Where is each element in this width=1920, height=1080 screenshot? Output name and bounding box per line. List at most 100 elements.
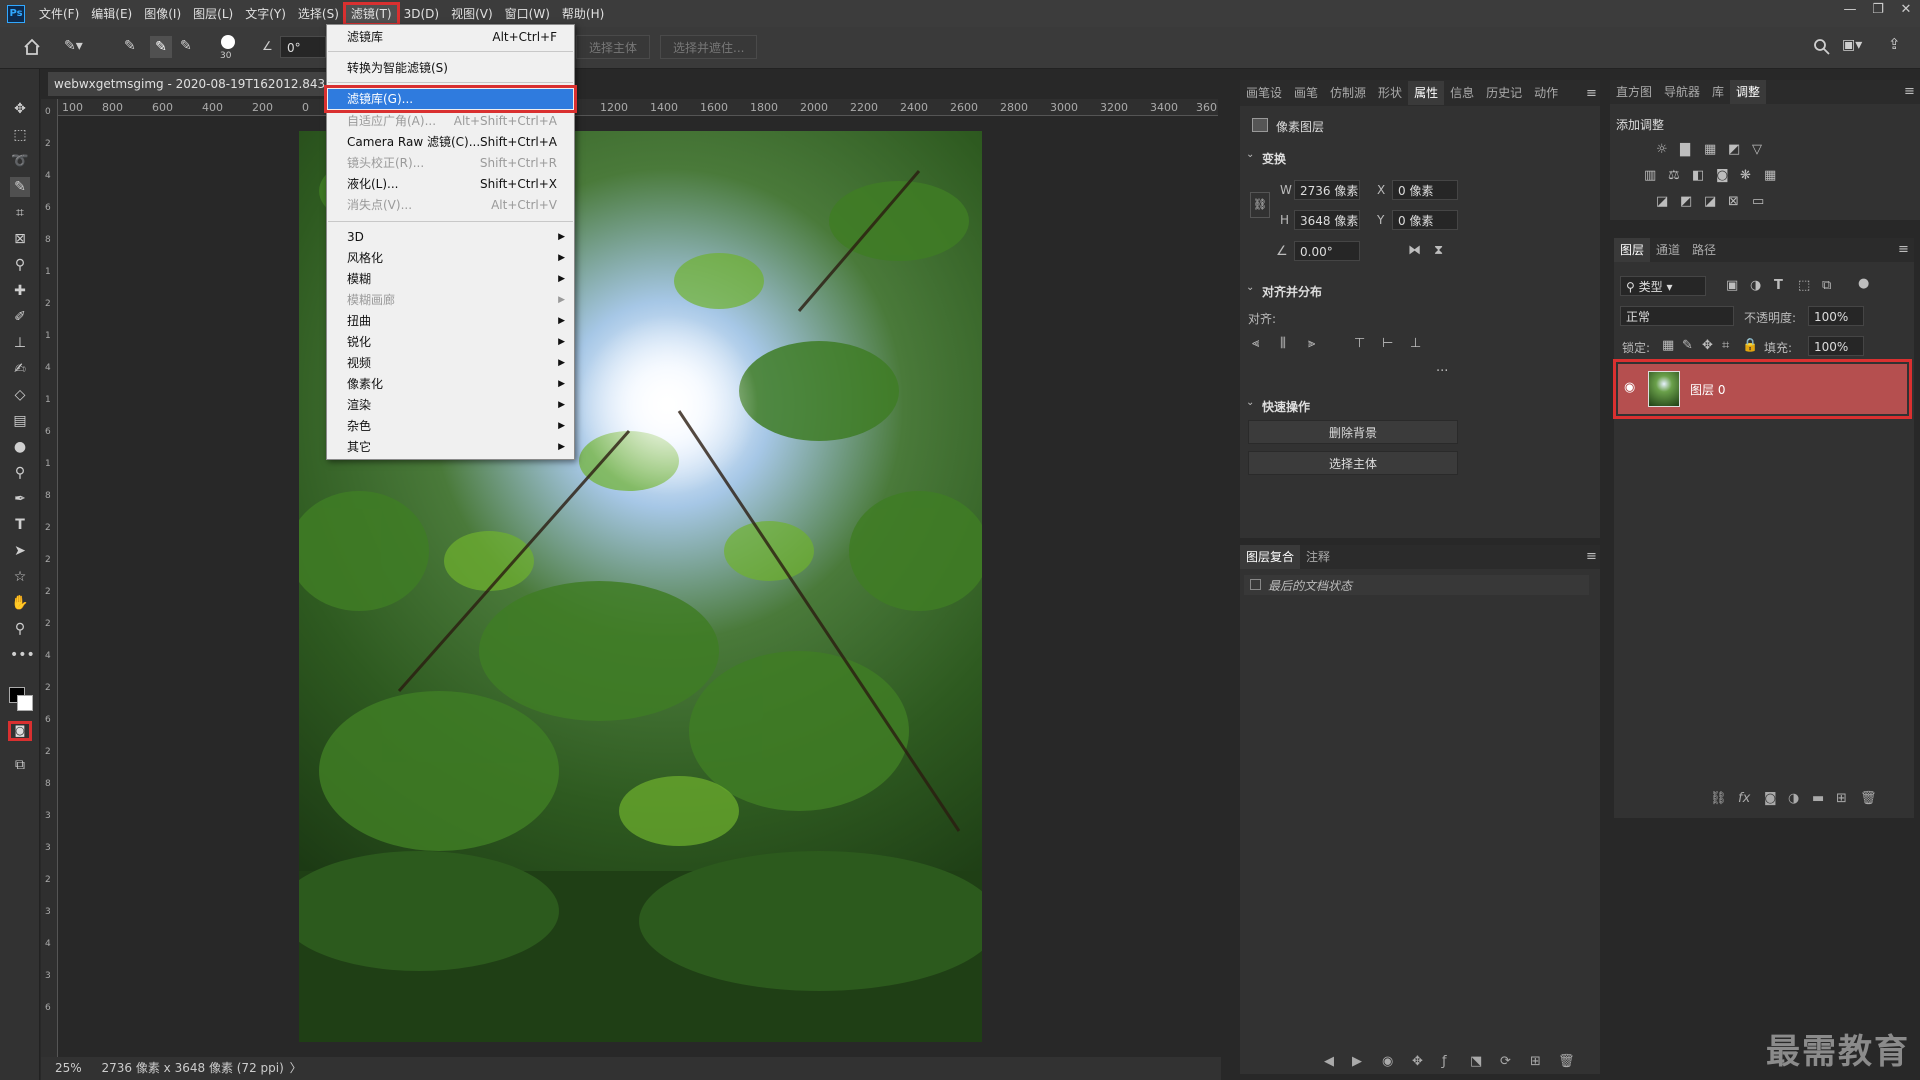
history-brush-tool-icon[interactable]: ✍: [10, 359, 30, 379]
menu-item-pixelate[interactable]: 像素化 ▶: [328, 374, 573, 394]
new-layer-icon[interactable]: ⊞: [1836, 791, 1847, 806]
pen-tool-icon[interactable]: ✒: [10, 489, 30, 509]
share-icon[interactable]: ⇪: [1888, 35, 1901, 53]
visibility-eye-icon[interactable]: ◉: [1624, 380, 1635, 395]
layer-name[interactable]: 图层 0: [1690, 381, 1725, 398]
angle-field[interactable]: 0°: [280, 36, 326, 58]
subtract-selection-icon[interactable]: ✎: [180, 38, 192, 54]
menu-item-noise[interactable]: 杂色 ▶: [328, 416, 573, 436]
menu-item-sharpen[interactable]: 锐化 ▶: [328, 332, 573, 352]
brush-tool-icon[interactable]: ✐: [10, 307, 30, 327]
comp-state-row[interactable]: 最后的文档状态: [1244, 575, 1589, 595]
fill-field[interactable]: 100%: [1808, 336, 1864, 356]
delete-layer-icon[interactable]: 🗑: [1860, 791, 1877, 806]
apply-selection-icon[interactable]: ⬔: [1470, 1054, 1482, 1069]
background-color-swatch[interactable]: [17, 695, 33, 711]
vibrance-icon[interactable]: ▽: [1752, 142, 1762, 157]
menu-type[interactable]: 文字(Y): [239, 4, 292, 24]
panel-menu-icon[interactable]: ≡: [1586, 549, 1597, 564]
tab-channels[interactable]: 通道: [1650, 238, 1686, 262]
menu-item-filter-gallery-last[interactable]: 滤镜库 Alt+Ctrl+F: [328, 27, 573, 47]
menu-file[interactable]: 文件(F): [33, 4, 85, 24]
tab-brush-settings[interactable]: 画笔设: [1240, 81, 1288, 105]
eyedropper-tool-icon[interactable]: ⚲: [10, 255, 30, 275]
panel-menu-icon[interactable]: ≡: [1898, 242, 1909, 257]
zoom-level[interactable]: 25%: [55, 1061, 82, 1075]
screen-mode-icon[interactable]: ⧉: [10, 755, 30, 775]
tab-layer-comps[interactable]: 图层复合: [1240, 545, 1301, 569]
align-center-h-icon[interactable]: ⫼: [1280, 336, 1286, 351]
menu-item-blur[interactable]: 模糊 ▶: [328, 269, 573, 289]
menu-layer[interactable]: 图层(L): [187, 4, 239, 24]
invert-icon[interactable]: ◪: [1656, 194, 1668, 209]
tab-libraries[interactable]: 库: [1706, 80, 1730, 104]
filter-toggle-icon[interactable]: ●: [1858, 276, 1869, 291]
add-mask-icon[interactable]: ◙: [1764, 791, 1777, 806]
new-selection-icon[interactable]: ✎: [124, 38, 136, 54]
menu-item-stylize[interactable]: 风格化 ▶: [328, 248, 573, 268]
width-field[interactable]: 2736 像素: [1294, 180, 1360, 200]
layer-kind-filter[interactable]: ⚲ 类型 ▾: [1620, 276, 1706, 296]
align-middle-v-icon[interactable]: ⊢: [1382, 336, 1393, 351]
frame-tool-icon[interactable]: ⊠: [10, 229, 30, 249]
lock-all-icon[interactable]: 🔒: [1742, 338, 1758, 353]
eraser-tool-icon[interactable]: ◇: [10, 385, 30, 405]
quick-selection-tool-icon[interactable]: ✎: [10, 177, 30, 197]
menu-help[interactable]: 帮助(H): [556, 4, 610, 24]
previous-comp-icon[interactable]: ◀: [1324, 1054, 1334, 1069]
flip-horizontal-icon[interactable]: ⧓: [1408, 243, 1421, 258]
opacity-field[interactable]: 100%: [1808, 306, 1864, 326]
clone-stamp-tool-icon[interactable]: ⊥: [10, 333, 30, 353]
menu-item-filter-gallery[interactable]: 滤镜库(G)...: [324, 85, 577, 113]
update-comp-icon[interactable]: ⟳: [1500, 1054, 1511, 1069]
quick-mask-icon[interactable]: ◙: [8, 721, 32, 741]
align-top-icon[interactable]: ⊤: [1354, 336, 1365, 351]
tab-history[interactable]: 历史记: [1480, 81, 1528, 105]
workspace-icon[interactable]: ▣▾: [1842, 37, 1862, 53]
apply-style-icon[interactable]: ƒ: [1442, 1054, 1447, 1069]
menu-item-liquify[interactable]: 液化(L)... Shift+Ctrl+X: [328, 174, 573, 194]
filter-type-icon[interactable]: T: [1774, 278, 1783, 293]
gradient-tool-icon[interactable]: ▤: [10, 411, 30, 431]
menu-image[interactable]: 图像(I): [138, 4, 187, 24]
color-balance-icon[interactable]: ⚖: [1668, 168, 1680, 183]
new-group-icon[interactable]: ▬: [1812, 791, 1824, 806]
levels-icon[interactable]: ▇: [1680, 142, 1690, 157]
tab-shapes[interactable]: 形状: [1372, 81, 1408, 105]
tab-layers[interactable]: 图层: [1614, 238, 1651, 262]
flip-vertical-icon[interactable]: ⧗: [1434, 243, 1443, 258]
crop-tool-icon[interactable]: ⌗: [10, 203, 30, 223]
canvas-area[interactable]: [58, 117, 1218, 1057]
menu-select[interactable]: 选择(S): [292, 4, 345, 24]
more-tools-icon[interactable]: •••: [10, 645, 35, 665]
zoom-tool-icon[interactable]: ⚲: [10, 619, 30, 639]
select-and-mask-button[interactable]: 选择并遮住...: [660, 35, 758, 59]
tab-clone-source[interactable]: 仿制源: [1324, 81, 1372, 105]
lock-pixels-icon[interactable]: ✎: [1682, 338, 1693, 353]
menu-edit[interactable]: 编辑(E): [85, 4, 138, 24]
rotation-field[interactable]: 0.00°: [1294, 241, 1360, 261]
layer-row[interactable]: ◉ 图层 0: [1613, 359, 1912, 419]
align-left-icon[interactable]: ⫷: [1252, 336, 1259, 351]
link-layers-icon[interactable]: ⛓: [1710, 791, 1727, 806]
filter-pixel-icon[interactable]: ▣: [1726, 278, 1738, 293]
tab-histogram[interactable]: 直方图: [1610, 80, 1658, 104]
lock-artboard-icon[interactable]: ⌗: [1722, 338, 1729, 353]
brightness-icon[interactable]: ☼: [1656, 142, 1668, 157]
menu-filter[interactable]: 滤镜(T): [342, 1, 400, 26]
x-field[interactable]: 0 像素: [1392, 180, 1458, 200]
menu-3d[interactable]: 3D(D): [398, 4, 445, 24]
color-lookup-icon[interactable]: ▦: [1764, 168, 1776, 183]
lasso-tool-icon[interactable]: ➰: [10, 151, 30, 171]
apply-position-icon[interactable]: ✥: [1412, 1054, 1423, 1069]
marquee-tool-icon[interactable]: ⬚: [10, 125, 30, 145]
menu-item-convert-smart-filters[interactable]: 转换为智能滤镜(S): [328, 58, 573, 78]
delete-comp-icon[interactable]: 🗑: [1558, 1054, 1575, 1069]
tab-notes[interactable]: 注释: [1300, 545, 1336, 569]
menu-item-lens-correction[interactable]: 镜头校正(R)... Shift+Ctrl+R: [328, 153, 573, 173]
search-icon[interactable]: [1812, 37, 1832, 57]
quick-selection-preset-icon[interactable]: ✎▾: [64, 38, 94, 58]
lock-position-icon[interactable]: ✥: [1702, 338, 1713, 353]
blur-tool-icon[interactable]: ●: [10, 437, 30, 457]
more-options-icon[interactable]: ...: [1436, 360, 1448, 375]
